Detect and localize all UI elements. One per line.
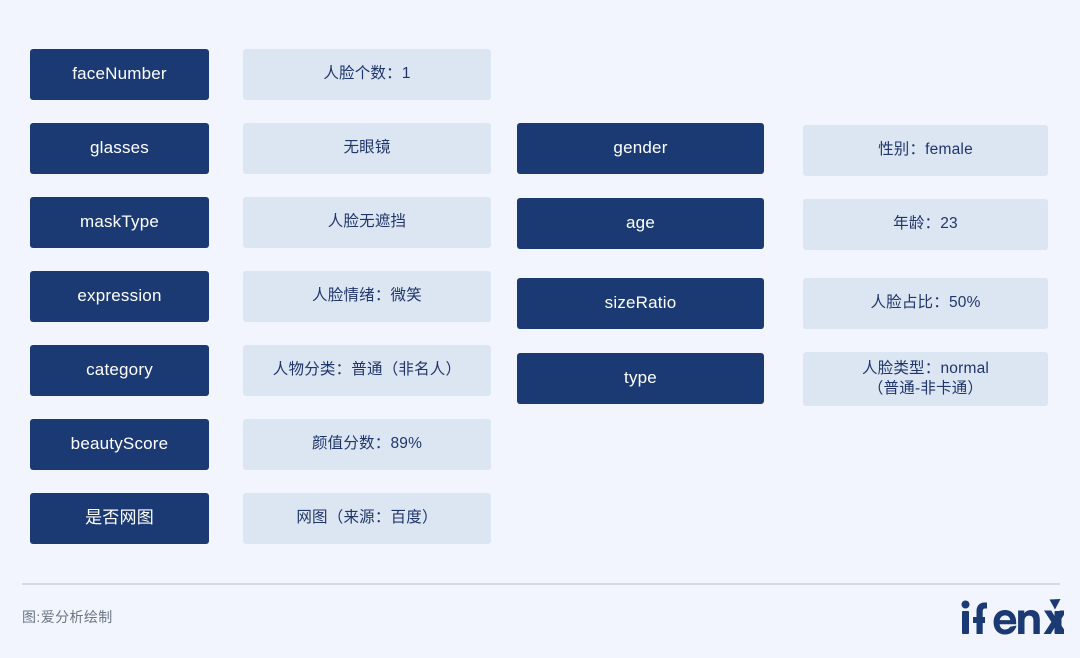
value-box-is-web-image: 网图（来源：百度） (243, 493, 491, 544)
footer-divider (22, 583, 1060, 585)
key-box-beautyscore[interactable]: beautyScore (30, 419, 209, 470)
key-box-gender[interactable]: gender (517, 123, 764, 174)
slide-canvas: faceNumber glasses maskType expression c… (0, 0, 1080, 658)
value-box-masktype: 人脸无遮挡 (243, 197, 491, 248)
key-label: 是否网图 (85, 508, 154, 528)
value-box-gender: 性别：female (803, 125, 1048, 176)
key-label: faceNumber (72, 64, 167, 84)
key-box-glasses[interactable]: glasses (30, 123, 209, 174)
value-box-category: 人物分类：普通（非名人） (243, 345, 491, 396)
value-box-beautyscore: 颜值分数：89% (243, 419, 491, 470)
key-box-is-web-image[interactable]: 是否网图 (30, 493, 209, 544)
key-box-age[interactable]: age (517, 198, 764, 249)
value-label: 颜值分数：89% (311, 435, 423, 453)
value-label: 人脸无遮挡 (327, 213, 407, 231)
key-box-expression[interactable]: expression (30, 271, 209, 322)
key-box-facenumber[interactable]: faceNumber (30, 49, 209, 100)
arrow-accent-icon (1049, 599, 1061, 610)
value-label: 无眼镜 (343, 139, 391, 157)
ifenxi-logo-icon (961, 599, 1064, 635)
key-label: glasses (89, 138, 150, 158)
value-label: 人脸个数：1 (323, 65, 411, 83)
value-label: 网图（来源：百度） (296, 509, 438, 527)
key-label: gender (613, 138, 668, 158)
value-box-glasses: 无眼镜 (243, 123, 491, 174)
key-label: sizeRatio (604, 293, 677, 313)
key-label: beautyScore (70, 434, 169, 454)
key-box-type[interactable]: type (517, 353, 764, 404)
value-label: 人物分类：普通（非名人） (272, 361, 462, 379)
value-box-facenumber: 人脸个数：1 (243, 49, 491, 100)
value-label: 人脸类型：normal （普通-非卡通） (854, 359, 997, 400)
key-label: age (626, 213, 655, 233)
key-label: expression (77, 286, 162, 306)
key-box-sizeratio[interactable]: sizeRatio (517, 278, 764, 329)
value-label: 人脸情绪：微笑 (312, 287, 422, 305)
key-label: maskType (79, 212, 160, 232)
source-credit: 图:爱分析绘制 (22, 609, 113, 625)
value-label: 年龄：23 (893, 215, 958, 233)
value-box-sizeratio: 人脸占比：50% (803, 278, 1048, 329)
key-box-category[interactable]: category (30, 345, 209, 396)
value-box-age: 年龄：23 (803, 199, 1048, 250)
ifenxi-logo (960, 598, 1064, 642)
value-label: 人脸占比：50% (870, 294, 981, 312)
value-label: 性别：female (878, 141, 973, 159)
key-box-masktype[interactable]: maskType (30, 197, 209, 248)
value-box-expression: 人脸情绪：微笑 (243, 271, 491, 322)
value-label-line2: （普通-非卡通） (867, 380, 984, 397)
value-box-type: 人脸类型：normal （普通-非卡通） (803, 352, 1048, 406)
key-label: type (624, 368, 657, 388)
key-label: category (86, 360, 153, 380)
value-label-line1: 人脸类型：normal (861, 359, 990, 377)
